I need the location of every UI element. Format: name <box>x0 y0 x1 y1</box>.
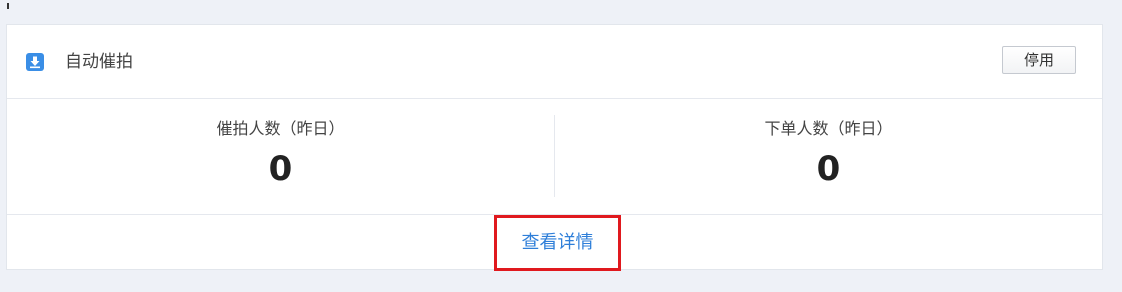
stat-value: 0 <box>268 149 293 189</box>
corner-mark <box>7 3 9 9</box>
stat-ordered-users: 下单人数（昨日） 0 <box>555 99 1102 214</box>
download-box-icon <box>26 53 44 71</box>
stat-label: 催拍人数（昨日） <box>216 119 345 138</box>
stat-reminded-users: 催拍人数（昨日） 0 <box>7 99 554 214</box>
card-header: 自动催拍 停用 <box>7 25 1102 99</box>
view-details-link[interactable]: 查看详情 <box>494 215 621 271</box>
stat-value: 0 <box>816 149 841 189</box>
auto-reminder-card: 自动催拍 停用 催拍人数（昨日） 0 下单人数（昨日） 0 查看详情 <box>6 24 1103 271</box>
stat-label: 下单人数（昨日） <box>764 119 893 138</box>
card-title: 自动催拍 <box>65 52 133 72</box>
stats-section: 催拍人数（昨日） 0 下单人数（昨日） 0 <box>7 99 1102 215</box>
card-footer: 查看详情 <box>7 215 1102 271</box>
disable-button[interactable]: 停用 <box>1002 46 1076 74</box>
